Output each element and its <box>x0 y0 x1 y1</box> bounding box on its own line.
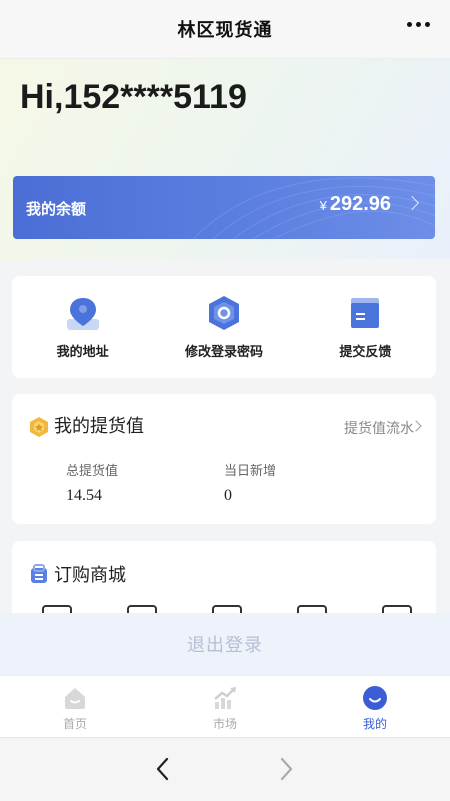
logout-button[interactable]: 退出登录 <box>0 613 450 675</box>
quick-action-label: 我的地址 <box>56 345 109 360</box>
quick-action-change-password[interactable]: 修改登录密码 <box>153 276 294 378</box>
mall-title: 订购商城 <box>54 565 126 586</box>
stat-label: 总提货值 <box>66 464 119 479</box>
medal-icon <box>30 417 48 437</box>
chevron-right-icon[interactable] <box>275 756 297 782</box>
balance-amount: ¥292.96 <box>320 193 391 216</box>
logout-label: 退出登录 <box>187 635 263 656</box>
chevron-left-icon[interactable] <box>152 756 174 782</box>
quick-action-label: 提交反馈 <box>339 345 392 360</box>
app-title: 林区现货通 <box>177 20 273 41</box>
top-bar: 林区现货通 <box>0 0 450 59</box>
greeting-text: Hi,152****5119 <box>20 78 247 116</box>
tab-label: 市场 <box>212 717 237 731</box>
stat-value: 0 <box>224 487 232 504</box>
pickup-history-link[interactable]: 提货值流水 <box>344 418 414 438</box>
tab-bar: 首页 市场 我的 <box>0 675 450 738</box>
profile-icon <box>363 686 387 710</box>
tab-home[interactable]: 首页 <box>0 676 150 738</box>
tab-label: 首页 <box>62 717 87 731</box>
more-dots-icon[interactable] <box>407 22 430 27</box>
hexagon-lock-icon <box>208 296 239 330</box>
stat-total: 总提货值 14.54 <box>66 460 118 505</box>
balance-card[interactable]: 我的余额 ¥292.96 <box>13 176 435 239</box>
market-chart-icon <box>214 687 236 709</box>
currency-symbol: ¥ <box>319 198 327 213</box>
quick-actions-card: 我的地址 修改登录密码 提交反馈 <box>12 276 436 378</box>
tab-market[interactable]: 市场 <box>150 676 300 738</box>
quick-action-feedback[interactable]: 提交反馈 <box>295 276 436 378</box>
stat-value: 14.54 <box>66 487 102 504</box>
browser-nav-bar <box>0 737 450 801</box>
balance-label: 我的余额 <box>26 200 87 218</box>
quick-action-label: 修改登录密码 <box>184 345 263 360</box>
shop-bag-icon <box>31 564 47 583</box>
pickup-value-card: 我的提货值 提货值流水 总提货值 14.54 当日新增 0 <box>12 394 436 524</box>
tab-label: 我的 <box>362 717 387 731</box>
quick-action-address[interactable]: 我的地址 <box>12 276 153 378</box>
stat-label: 当日新增 <box>224 464 277 479</box>
pickup-title: 我的提货值 <box>54 416 144 437</box>
home-icon <box>65 688 85 709</box>
balance-value: 292.96 <box>329 193 391 215</box>
location-pin-icon <box>66 298 99 330</box>
tab-profile[interactable]: 我的 <box>300 676 450 738</box>
feedback-folder-icon <box>351 298 380 328</box>
stat-today: 当日新增 0 <box>224 460 276 505</box>
